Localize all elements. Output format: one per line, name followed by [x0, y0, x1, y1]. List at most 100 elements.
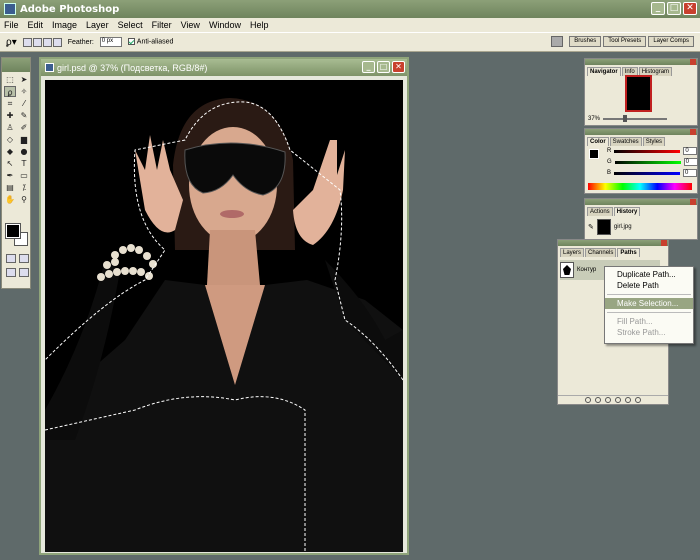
move-tool-icon[interactable]: ➤ — [18, 74, 30, 85]
pen-tool-icon[interactable]: ✒ — [4, 170, 16, 181]
standard-mode-icon[interactable] — [6, 254, 16, 263]
color-spectrum-bar[interactable] — [588, 183, 692, 190]
lips-shape — [220, 210, 244, 218]
channel-r-slider[interactable] — [614, 149, 681, 153]
menu-window[interactable]: Window — [209, 20, 241, 30]
history-brush-icon[interactable]: ✐ — [18, 122, 30, 133]
panel-close-icon[interactable] — [661, 240, 667, 246]
tab-layers[interactable]: Layers — [560, 248, 585, 257]
new-path-icon[interactable] — [625, 397, 631, 403]
marquee-tool-icon[interactable]: ⬚ — [4, 74, 16, 85]
well-tab-layer-comps[interactable]: Layer Comps — [648, 36, 694, 47]
close-button[interactable]: ✕ — [683, 2, 697, 15]
zoom-level[interactable]: 37% — [588, 116, 600, 122]
tab-navigator[interactable]: Navigator — [587, 67, 621, 76]
panel-close-icon[interactable] — [690, 199, 696, 205]
zoom-tool-icon[interactable]: ⚲ — [18, 194, 30, 205]
menu-item-duplicate-path[interactable]: Duplicate Path... — [605, 269, 693, 280]
history-brush-source-icon[interactable]: ✎ — [588, 223, 594, 231]
make-work-path-icon[interactable] — [615, 397, 621, 403]
feather-input[interactable]: 0 px — [99, 37, 122, 47]
brush-tool-icon[interactable]: ✎ — [18, 110, 30, 121]
panel-close-icon[interactable] — [690, 129, 696, 135]
document-close-button[interactable]: ✕ — [392, 61, 405, 73]
channel-g-slider[interactable] — [614, 160, 681, 164]
antialias-checkbox[interactable]: Anti-aliased — [127, 38, 173, 46]
zoom-slider[interactable] — [603, 115, 668, 122]
navigator-zoom-controls: 37% — [588, 115, 668, 122]
jump-to-imageready-icon[interactable] — [19, 268, 29, 277]
clone-stamp-icon[interactable]: ♙ — [4, 122, 16, 133]
add-selection-icon[interactable] — [32, 37, 42, 47]
tab-color[interactable]: Color — [587, 137, 609, 146]
navigator-thumbnail[interactable] — [625, 75, 652, 112]
menu-filter[interactable]: Filter — [152, 20, 172, 30]
shape-tool-icon[interactable]: ▭ — [18, 170, 30, 181]
hand-tool-icon[interactable]: ✋ — [4, 194, 16, 205]
channel-b-slider[interactable] — [614, 171, 681, 175]
tab-channels[interactable]: Channels — [585, 248, 617, 257]
channel-b-value[interactable]: 0 — [683, 169, 698, 177]
tab-history[interactable]: History — [613, 207, 641, 216]
tab-actions[interactable]: Actions — [587, 207, 613, 216]
notes-tool-icon[interactable]: ▤ — [4, 182, 16, 193]
screen-mode-icon[interactable] — [6, 268, 16, 277]
intersect-selection-icon[interactable] — [52, 37, 62, 47]
toolbox-header — [2, 58, 30, 72]
menu-item-make-selection[interactable]: Make Selection... — [605, 298, 693, 309]
menu-bar: File Edit Image Layer Select Filter View… — [0, 18, 700, 32]
panel-close-icon[interactable] — [690, 59, 696, 65]
document-minimize-button[interactable]: _ — [362, 61, 375, 73]
foreground-color-swatch[interactable] — [5, 223, 21, 239]
subtract-selection-icon[interactable] — [42, 37, 52, 47]
dodge-tool-icon[interactable]: ● — [18, 146, 30, 157]
blur-tool-icon[interactable]: ◆ — [4, 146, 16, 157]
file-browser-icon[interactable] — [551, 36, 564, 47]
menu-edit[interactable]: Edit — [28, 20, 44, 30]
menu-file[interactable]: File — [4, 20, 19, 30]
new-selection-icon[interactable] — [22, 37, 32, 47]
delete-path-icon[interactable] — [635, 397, 641, 403]
well-tab-brushes[interactable]: Brushes — [569, 36, 602, 47]
healing-brush-icon[interactable]: ✚ — [4, 110, 16, 121]
stroke-path-icon[interactable] — [595, 397, 601, 403]
maximize-button[interactable]: □ — [667, 2, 681, 15]
path-selection-icon[interactable]: ↖ — [4, 158, 16, 169]
eyedropper-tool-icon[interactable]: ⁒ — [18, 182, 30, 193]
quick-mask-icon[interactable] — [19, 254, 29, 263]
tab-styles[interactable]: Styles — [642, 137, 666, 146]
checkbox-icon — [127, 38, 135, 46]
crop-tool-icon[interactable]: ⌗ — [4, 98, 16, 109]
slice-tool-icon[interactable]: ⁄ — [18, 98, 30, 109]
channel-r-value[interactable]: 0 — [683, 147, 698, 155]
minimize-button[interactable]: _ — [651, 2, 665, 15]
magic-wand-tool-icon[interactable]: ✧ — [18, 86, 30, 97]
image-canvas[interactable] — [45, 80, 403, 552]
history-item[interactable]: ✎ girl.jpg — [588, 219, 632, 235]
menu-help[interactable]: Help — [250, 20, 269, 30]
gradient-tool-icon[interactable]: ▆ — [18, 134, 30, 145]
document-title-bar[interactable]: girl.psd @ 37% (Подсветка, RGB/8#) — [41, 59, 407, 76]
lasso-tool-icon[interactable]: ϼ — [4, 86, 16, 97]
menu-image[interactable]: Image — [52, 20, 77, 30]
menu-item-delete-path[interactable]: Delete Path — [605, 280, 693, 291]
history-panel: Actions History ✎ girl.jpg — [584, 198, 698, 240]
channel-g-value[interactable]: 0 — [683, 158, 698, 166]
menu-view[interactable]: View — [181, 20, 200, 30]
menu-select[interactable]: Select — [118, 20, 143, 30]
load-selection-icon[interactable] — [605, 397, 611, 403]
path-item-label: Контур — [577, 267, 597, 273]
tab-swatches[interactable]: Swatches — [609, 137, 642, 146]
tab-paths[interactable]: Paths — [617, 248, 640, 257]
eraser-tool-icon[interactable]: ◇ — [4, 134, 16, 145]
navigator-panel: Navigator Info Histogram 37% — [584, 58, 698, 126]
path-context-menu: Duplicate Path... Delete Path Make Selec… — [604, 266, 694, 344]
menu-layer[interactable]: Layer — [86, 20, 109, 30]
document-maximize-button[interactable]: □ — [377, 61, 390, 73]
type-tool-icon[interactable]: T — [18, 158, 30, 169]
well-tab-tool-presets[interactable]: Tool Presets — [603, 36, 647, 47]
lasso-preset-icon[interactable]: ϼ▾ — [6, 37, 17, 48]
color-row-b: B 0 — [607, 169, 698, 177]
fill-path-icon[interactable] — [585, 397, 591, 403]
color-fg-swatch[interactable] — [589, 149, 599, 159]
